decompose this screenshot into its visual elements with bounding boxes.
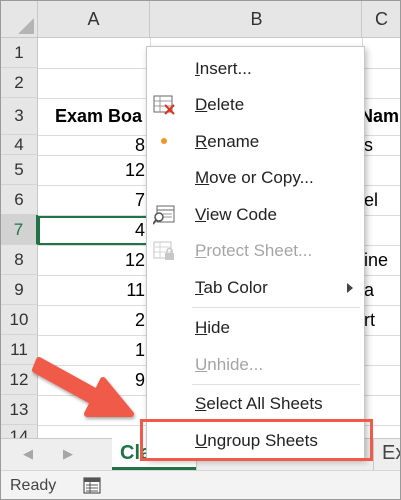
menu-item-select-all-sheets[interactable]: Select All Sheets bbox=[148, 386, 363, 422]
sheet-context-menu: Insert... Delete Rename Move or Copy... bbox=[146, 46, 365, 459]
menu-item-select-all-sheets-label: Select All Sheets bbox=[195, 386, 323, 422]
column-header-c[interactable]: C bbox=[362, 1, 400, 38]
select-all-corner[interactable] bbox=[1, 1, 38, 38]
menu-item-tab-color-text: ab Color bbox=[203, 278, 268, 297]
menu-item-delete-mnemonic: D bbox=[195, 95, 208, 114]
cell-a3[interactable]: Exam Boa bbox=[55, 101, 150, 131]
cell-a6[interactable]: 7 bbox=[41, 185, 145, 215]
menu-item-protect-sheet: Protect Sheet... bbox=[148, 233, 363, 269]
column-header-b-label: B bbox=[250, 8, 263, 29]
column-header-a[interactable]: A bbox=[38, 1, 150, 38]
row-header-4[interactable]: 4 bbox=[1, 135, 38, 155]
row-header-1[interactable]: 1 bbox=[1, 38, 38, 68]
cell-a9[interactable]: 11 bbox=[41, 275, 145, 305]
column-header-b[interactable]: B bbox=[150, 1, 362, 38]
cell-c9[interactable]: a bbox=[364, 275, 400, 305]
cell-c6[interactable]: el bbox=[364, 185, 400, 215]
row-header-8[interactable]: 8 bbox=[1, 245, 38, 275]
menu-item-delete-text: elete bbox=[207, 95, 245, 114]
scroll-tabs-left-icon[interactable]: ◀ bbox=[19, 445, 37, 463]
protect-sheet-icon bbox=[153, 241, 174, 260]
row-header-2[interactable]: 2 bbox=[1, 68, 38, 98]
rename-dot-icon bbox=[161, 138, 167, 144]
menu-item-tab-color[interactable]: Tab Color bbox=[148, 270, 363, 306]
menu-item-delete[interactable]: Delete bbox=[148, 87, 363, 123]
menu-item-tab-color-mnemonic: T bbox=[195, 278, 204, 297]
cell-c8[interactable]: ine bbox=[364, 245, 400, 275]
row-header-10[interactable]: 10 bbox=[1, 305, 38, 335]
row-header-14-label: 14 bbox=[9, 427, 29, 439]
menu-item-hide-mnemonic: H bbox=[195, 318, 208, 337]
cell-c3[interactable]: Nam bbox=[360, 101, 400, 131]
menu-item-move-or-copy-text: ove or Copy... bbox=[209, 168, 314, 187]
row-header-5[interactable]: 5 bbox=[1, 155, 38, 185]
menu-item-view-code[interactable]: View Code bbox=[148, 197, 363, 233]
menu-item-view-code-text: iew Code bbox=[206, 205, 277, 224]
menu-item-unhide-label: Unhide... bbox=[195, 347, 263, 383]
menu-separator bbox=[192, 307, 360, 308]
menu-item-unhide-mnemonic: U bbox=[195, 355, 208, 374]
menu-item-insert-text: nsert... bbox=[199, 59, 252, 78]
menu-item-protect-sheet-mnemonic: P bbox=[195, 241, 207, 260]
menu-item-move-or-copy-mnemonic: M bbox=[195, 168, 210, 187]
menu-item-hide-label: Hide bbox=[195, 310, 230, 346]
menu-item-view-code-label: View Code bbox=[195, 197, 277, 233]
cell-a8[interactable]: 12 bbox=[41, 245, 145, 275]
row-header-3[interactable]: 3 bbox=[1, 98, 38, 135]
menu-item-select-all-sheets-mnemonic: S bbox=[195, 394, 207, 413]
row-header-7[interactable]: 7 bbox=[1, 215, 38, 245]
menu-item-protect-sheet-label: Protect Sheet... bbox=[195, 233, 312, 269]
menu-item-insert-label: Insert... bbox=[195, 51, 252, 87]
menu-item-select-all-sheets-text: elect All Sheets bbox=[206, 394, 323, 413]
submenu-arrow-icon bbox=[347, 283, 353, 293]
menu-item-move-or-copy[interactable]: Move or Copy... bbox=[148, 160, 363, 196]
cell-c10[interactable]: rt bbox=[364, 305, 400, 335]
row-header-9[interactable]: 9 bbox=[1, 275, 38, 305]
macro-record-icon[interactable] bbox=[83, 477, 101, 494]
menu-item-rename[interactable]: Rename bbox=[148, 124, 363, 160]
menu-item-protect-sheet-text: rotect Sheet... bbox=[206, 241, 313, 260]
selected-cell-outline bbox=[38, 216, 150, 245]
menu-item-view-code-mnemonic: V bbox=[195, 205, 207, 224]
cell-a10[interactable]: 2 bbox=[41, 305, 145, 335]
menu-item-insert[interactable]: Insert... bbox=[148, 51, 363, 87]
annotation-arrow-icon bbox=[32, 357, 134, 417]
sheet-tab-ex[interactable]: Ex bbox=[373, 438, 400, 470]
menu-item-unhide: Unhide... bbox=[148, 347, 363, 383]
select-all-triangle-icon bbox=[18, 18, 34, 34]
delete-sheet-icon bbox=[153, 95, 175, 115]
view-code-icon bbox=[153, 205, 175, 225]
menu-item-tab-color-label: Tab Color bbox=[195, 270, 268, 306]
cell-a5[interactable]: 12 bbox=[41, 155, 145, 185]
menu-item-rename-label: Rename bbox=[195, 124, 259, 160]
row-header-14[interactable]: 14 bbox=[1, 425, 38, 439]
menu-item-hide[interactable]: Hide bbox=[148, 310, 363, 346]
cell-c4[interactable]: s bbox=[364, 130, 400, 160]
status-bar: Ready bbox=[1, 470, 400, 499]
menu-item-move-or-copy-label: Move or Copy... bbox=[195, 160, 314, 196]
annotation-highlight-box bbox=[140, 419, 373, 461]
menu-item-rename-text: ename bbox=[207, 132, 260, 151]
row-header-6[interactable]: 6 bbox=[1, 185, 38, 215]
menu-item-rename-mnemonic: R bbox=[195, 132, 208, 151]
menu-item-hide-text: ide bbox=[207, 318, 230, 337]
menu-item-delete-label: Delete bbox=[195, 87, 244, 123]
status-text: Ready bbox=[10, 477, 57, 494]
excel-window: A B C 1 2 3 4 5 6 7 8 9 10 11 12 13 14 E… bbox=[0, 0, 401, 500]
menu-item-unhide-text: nhide... bbox=[207, 355, 264, 374]
scroll-tabs-right-icon[interactable]: ▶ bbox=[59, 445, 77, 463]
menu-separator bbox=[192, 384, 360, 385]
